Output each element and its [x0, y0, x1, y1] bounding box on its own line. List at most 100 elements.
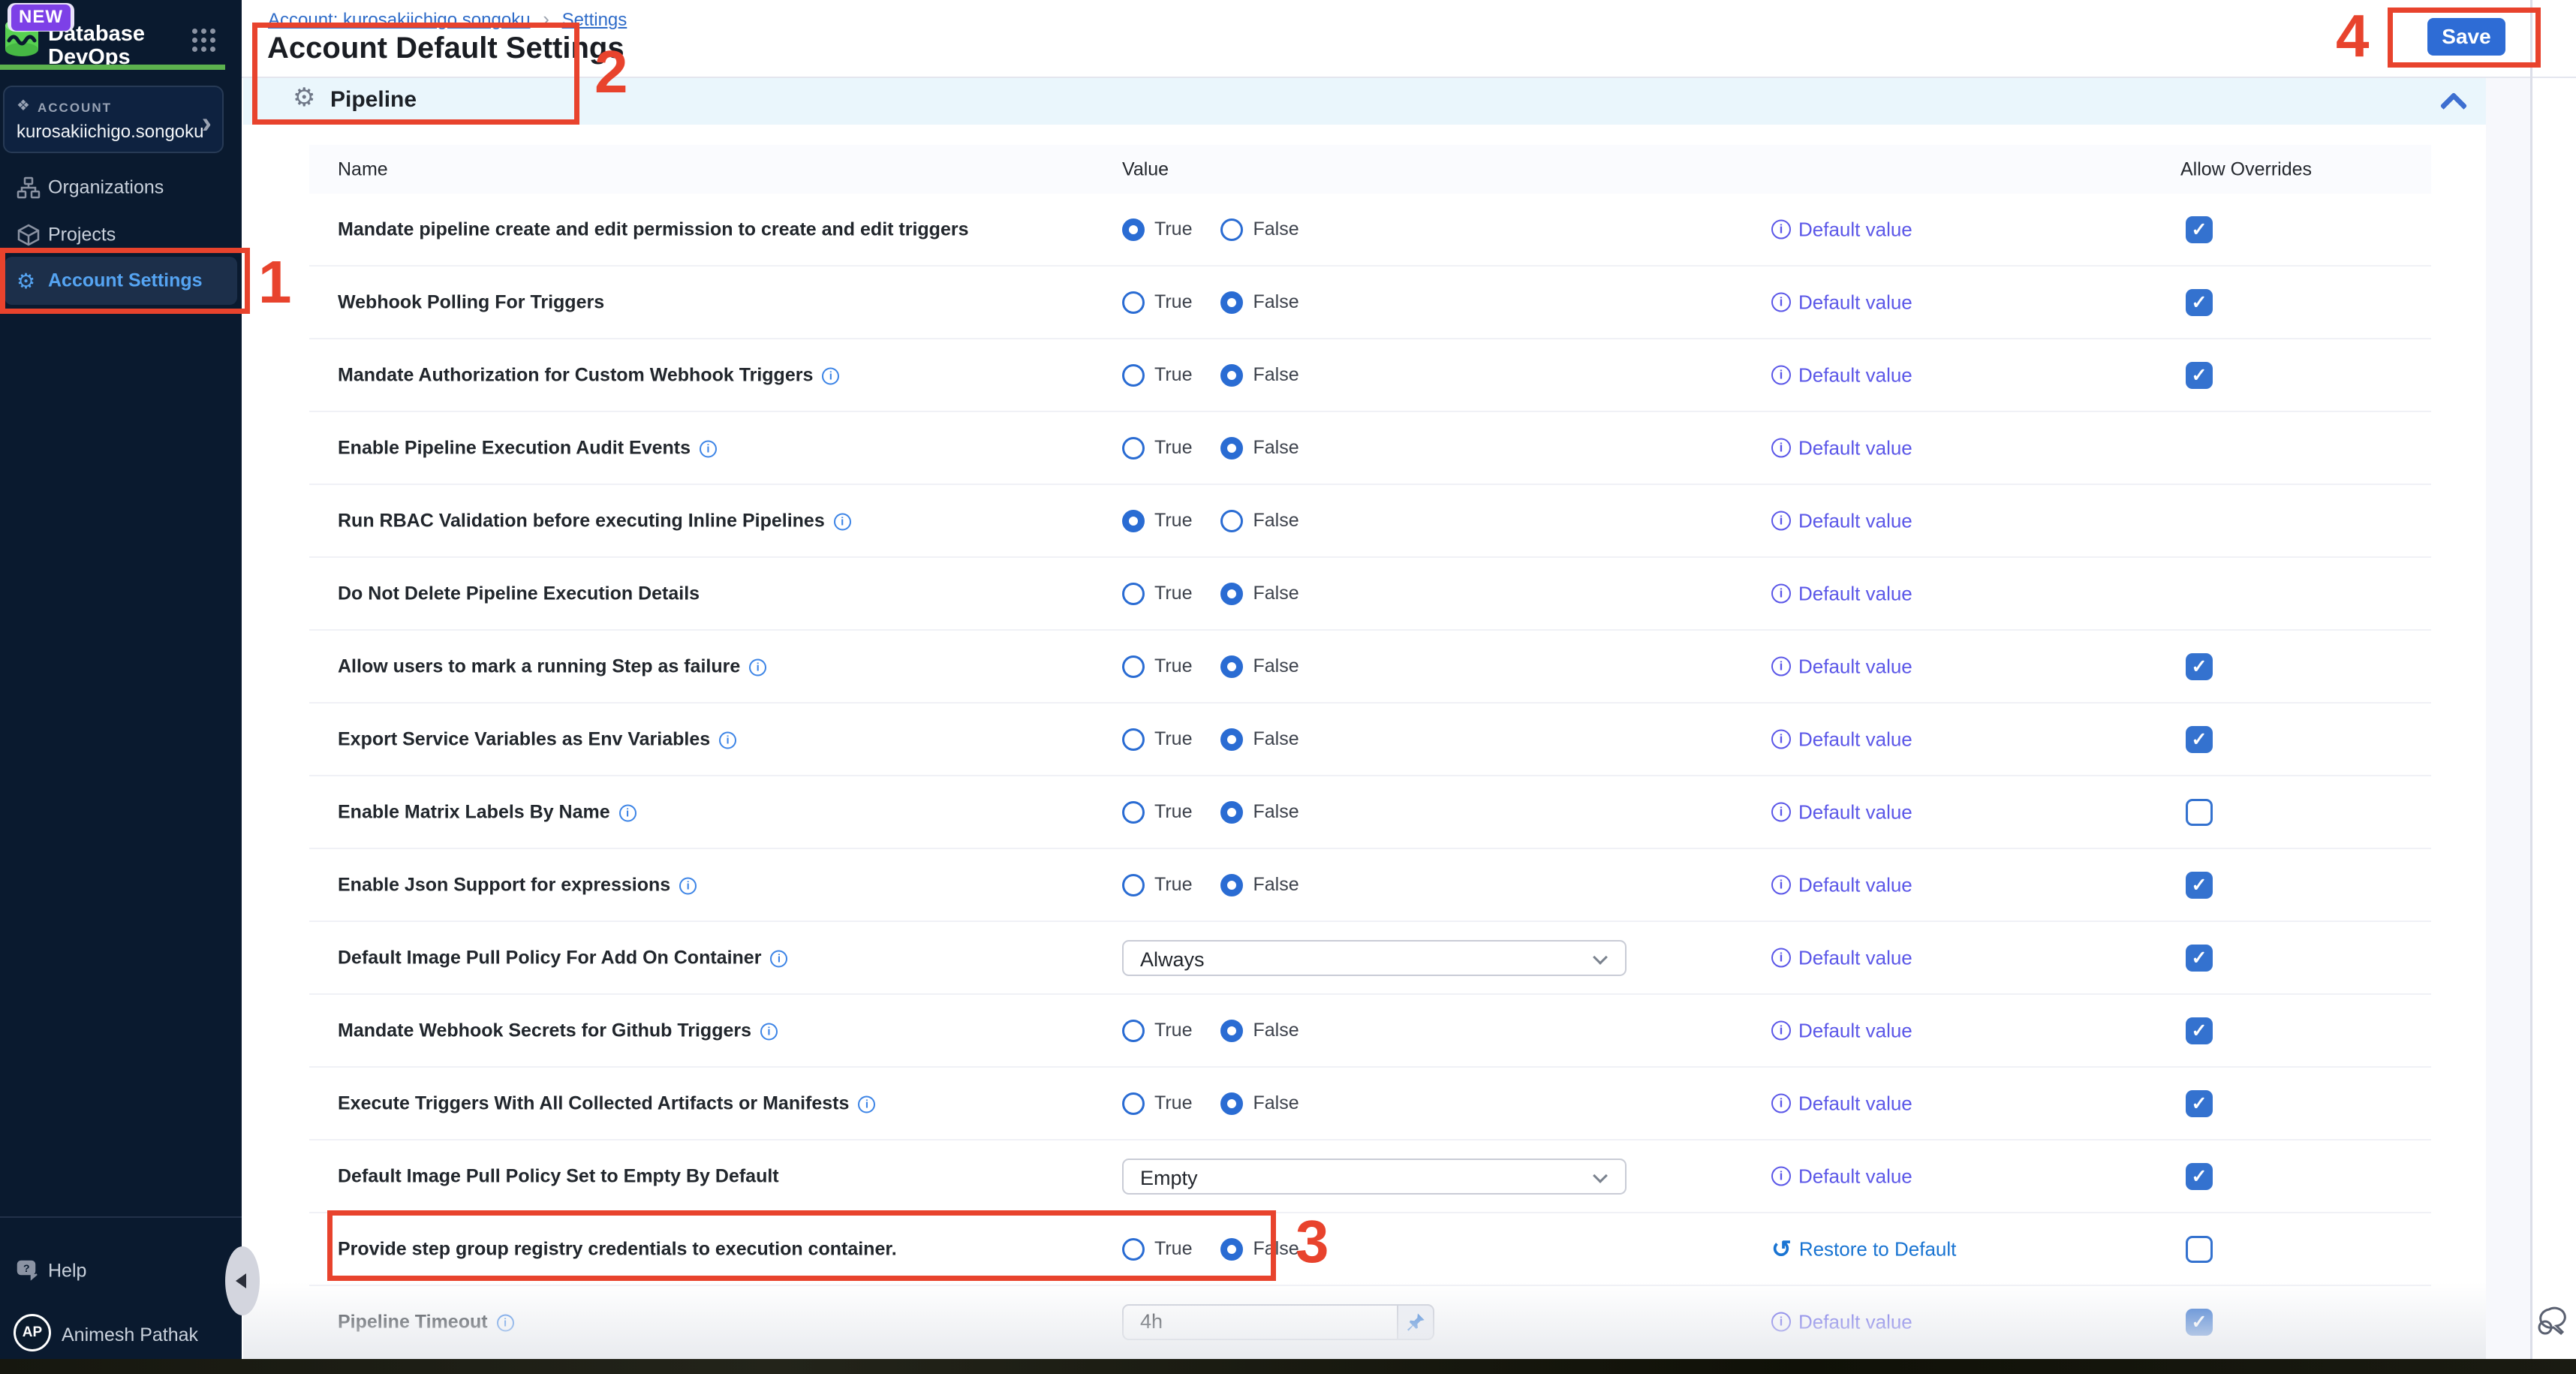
- radio-option-false[interactable]: False: [1220, 1238, 1299, 1261]
- default-value-label[interactable]: Default value: [1798, 436, 1912, 460]
- radio-label[interactable]: True: [1154, 801, 1192, 823]
- default-value-label[interactable]: Default value: [1798, 873, 1912, 896]
- radio-option-true[interactable]: True: [1122, 291, 1192, 314]
- default-value-link[interactable]: iDefault value: [1771, 363, 1912, 387]
- radio-label[interactable]: True: [1154, 874, 1192, 896]
- allow-override-checkbox-checked[interactable]: ✓: [2186, 216, 2213, 243]
- default-value-link[interactable]: iDefault value: [1771, 655, 1912, 678]
- radio-label[interactable]: False: [1253, 437, 1299, 459]
- radio-option-true[interactable]: True: [1122, 437, 1192, 460]
- default-value-label[interactable]: Default value: [1798, 509, 1912, 532]
- sidebar-item-organizations[interactable]: Organizations: [0, 164, 242, 211]
- default-value-link[interactable]: iDefault value: [1771, 436, 1912, 460]
- radio-label[interactable]: True: [1154, 1020, 1192, 1041]
- radio-label[interactable]: False: [1253, 218, 1299, 240]
- allow-override-checkbox-checked[interactable]: ✓: [2186, 362, 2213, 389]
- pipeline-section-header[interactable]: ⚙ Pipeline: [243, 78, 2487, 125]
- allow-override-checkbox-checked[interactable]: ✓: [2186, 289, 2213, 316]
- info-icon[interactable]: i: [760, 1023, 778, 1040]
- sidebar-item-projects[interactable]: Projects: [0, 212, 242, 258]
- radio-label[interactable]: True: [1154, 1092, 1192, 1114]
- account-scope-selector[interactable]: ❖ ACCOUNT kurosakiichigo.songoku ›: [3, 86, 224, 153]
- allow-override-checkbox-checked[interactable]: ✓: [2186, 1017, 2213, 1044]
- radio-label[interactable]: False: [1253, 801, 1299, 823]
- radio-option-false[interactable]: False: [1220, 291, 1299, 314]
- radio-option-true[interactable]: True: [1122, 510, 1192, 532]
- radio-unselected-icon[interactable]: [1122, 1238, 1145, 1261]
- info-icon[interactable]: i: [719, 731, 736, 749]
- chevron-up-icon[interactable]: [2440, 92, 2468, 120]
- default-value-label[interactable]: Default value: [1798, 291, 1912, 314]
- radio-selected-icon[interactable]: [1220, 801, 1243, 824]
- chevron-down-icon[interactable]: [1593, 1168, 1608, 1183]
- breadcrumb-account-link[interactable]: Account: kurosakiichigo.songoku: [268, 10, 531, 30]
- info-icon[interactable]: i: [700, 440, 717, 457]
- default-value-link[interactable]: iDefault value: [1771, 291, 1912, 314]
- radio-label[interactable]: False: [1253, 1020, 1299, 1041]
- default-value-label[interactable]: Default value: [1798, 728, 1912, 751]
- default-value-link[interactable]: iDefault value: [1771, 873, 1912, 896]
- default-value-label[interactable]: Default value: [1798, 363, 1912, 387]
- radio-label[interactable]: True: [1154, 437, 1192, 459]
- user-avatar[interactable]: AP: [14, 1314, 51, 1351]
- radio-unselected-icon[interactable]: [1122, 728, 1145, 751]
- radio-label[interactable]: False: [1253, 874, 1299, 896]
- radio-label[interactable]: True: [1154, 364, 1192, 386]
- info-icon[interactable]: i: [749, 658, 766, 676]
- default-value-link[interactable]: iDefault value: [1771, 1019, 1912, 1042]
- radio-label[interactable]: False: [1253, 1092, 1299, 1114]
- radio-option-false[interactable]: False: [1220, 583, 1299, 605]
- allow-override-checkbox-unchecked[interactable]: [2186, 799, 2213, 826]
- sidebar-collapse-handle[interactable]: [225, 1246, 260, 1315]
- allow-override-checkbox-checked[interactable]: ✓: [2186, 945, 2213, 972]
- sidebar-item-account-settings[interactable]: ⚙ Account Settings: [5, 257, 237, 305]
- radio-option-false[interactable]: False: [1220, 364, 1299, 387]
- radio-selected-icon[interactable]: [1220, 1092, 1243, 1115]
- allow-override-checkbox-unchecked[interactable]: [2186, 1236, 2213, 1263]
- radio-option-false[interactable]: False: [1220, 510, 1299, 532]
- radio-unselected-icon[interactable]: [1122, 437, 1145, 460]
- radio-selected-icon[interactable]: [1220, 655, 1243, 678]
- radio-option-true[interactable]: True: [1122, 874, 1192, 896]
- radio-label[interactable]: True: [1154, 583, 1192, 604]
- radio-selected-icon[interactable]: [1220, 728, 1243, 751]
- radio-option-true[interactable]: True: [1122, 1238, 1192, 1261]
- radio-selected-icon[interactable]: [1220, 364, 1243, 387]
- radio-option-false[interactable]: False: [1220, 218, 1299, 241]
- radio-unselected-icon[interactable]: [1122, 655, 1145, 678]
- radio-label[interactable]: False: [1253, 510, 1299, 532]
- default-value-link[interactable]: iDefault value: [1771, 800, 1912, 824]
- app-switcher-grid-icon[interactable]: [192, 29, 215, 52]
- info-icon[interactable]: i: [770, 950, 787, 967]
- radio-selected-icon[interactable]: [1220, 583, 1243, 605]
- chevron-down-icon[interactable]: [1593, 950, 1608, 965]
- radio-unselected-icon[interactable]: [1122, 801, 1145, 824]
- radio-option-false[interactable]: False: [1220, 874, 1299, 896]
- default-value-link[interactable]: iDefault value: [1771, 218, 1912, 241]
- restore-to-default-link[interactable]: ↺Restore to Default: [1771, 1237, 1956, 1261]
- radio-unselected-icon[interactable]: [1122, 291, 1145, 314]
- radio-option-false[interactable]: False: [1220, 1092, 1299, 1115]
- default-value-label[interactable]: Default value: [1798, 1092, 1912, 1115]
- allow-override-checkbox-checked[interactable]: ✓: [2186, 872, 2213, 899]
- default-value-label[interactable]: Default value: [1798, 946, 1912, 969]
- feedback-chat-icon[interactable]: [2535, 1303, 2573, 1338]
- pin-button[interactable]: [1398, 1304, 1434, 1340]
- radio-unselected-icon[interactable]: [1220, 218, 1243, 241]
- default-value-label[interactable]: Default value: [1798, 1310, 1912, 1333]
- info-icon[interactable]: i: [619, 804, 636, 821]
- radio-unselected-icon[interactable]: [1220, 510, 1243, 532]
- radio-option-true[interactable]: True: [1122, 1092, 1192, 1115]
- radio-option-false[interactable]: False: [1220, 655, 1299, 678]
- radio-selected-icon[interactable]: [1220, 1238, 1243, 1261]
- radio-option-true[interactable]: True: [1122, 364, 1192, 387]
- default-value-link[interactable]: iDefault value: [1771, 946, 1912, 969]
- radio-label[interactable]: True: [1154, 510, 1192, 532]
- radio-selected-icon[interactable]: [1122, 218, 1145, 241]
- radio-label[interactable]: True: [1154, 655, 1192, 677]
- radio-selected-icon[interactable]: [1220, 437, 1243, 460]
- radio-label[interactable]: True: [1154, 291, 1192, 313]
- info-icon[interactable]: i: [822, 367, 839, 384]
- value-select[interactable]: Always: [1122, 940, 1627, 976]
- default-value-label[interactable]: Default value: [1798, 582, 1912, 605]
